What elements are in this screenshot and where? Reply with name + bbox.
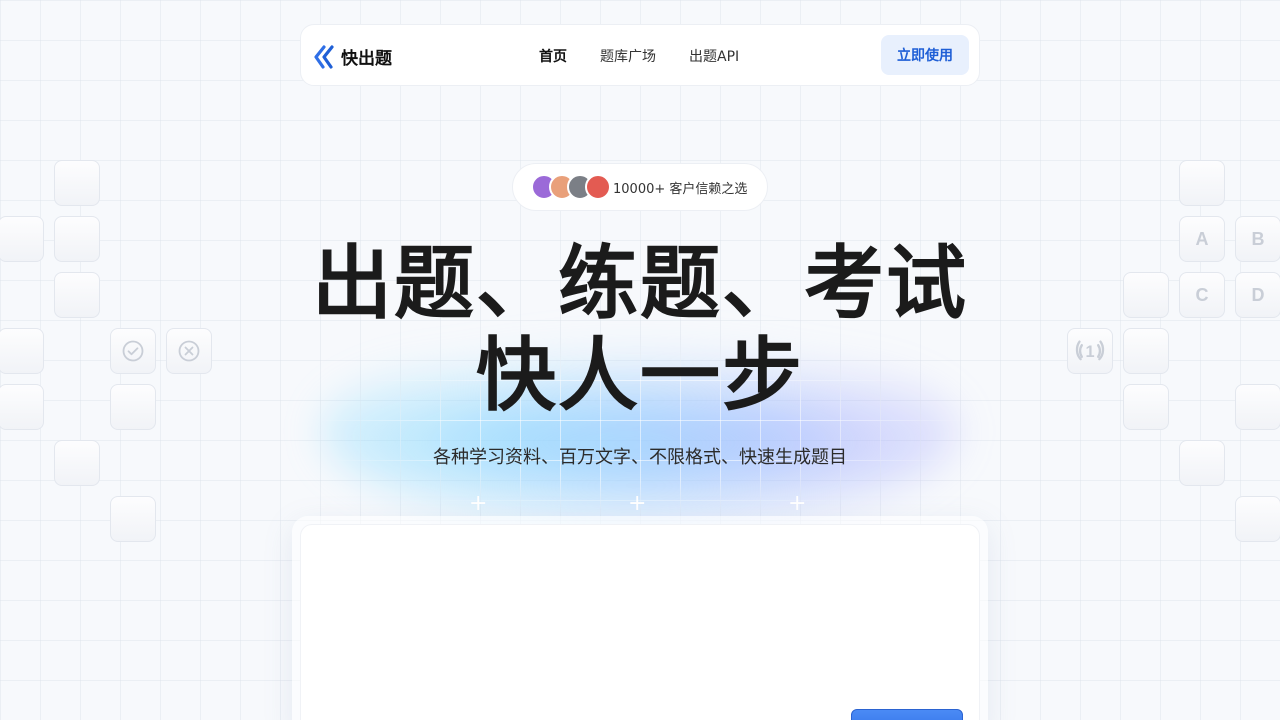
decor-tile: [1235, 496, 1280, 542]
hero-title-line-2: 快人一步: [476, 329, 804, 422]
brand-logo-icon: [314, 44, 334, 69]
use-now-button[interactable]: 立即使用: [881, 35, 969, 75]
nav-links: 首页 题库广场 出题API: [539, 46, 772, 66]
sparkle-icon: +: [469, 491, 488, 516]
hero-subtitle: 各种学习资料、百万文字、不限格式、快速生成题目: [433, 447, 847, 468]
avatar-group: [531, 174, 611, 200]
decor-tile: [54, 160, 100, 206]
brand-logo[interactable]: 快出题: [313, 44, 392, 69]
hero-title-line-1: 出题、练题、考试: [312, 237, 968, 330]
generate-button[interactable]: [851, 709, 963, 720]
trust-badge-text: 10000+ 客户信赖之选: [613, 181, 748, 197]
avatar: [585, 174, 611, 200]
nav-link-api[interactable]: 出题API: [689, 46, 739, 66]
nav-link-question-bank[interactable]: 题库广场: [600, 46, 656, 66]
nav-link-home[interactable]: 首页: [539, 46, 567, 66]
trust-badge: 10000+ 客户信赖之选: [512, 163, 768, 211]
input-panel[interactable]: [300, 524, 980, 720]
decor-tile: [110, 496, 156, 542]
brand-name: 快出题: [341, 49, 392, 69]
sparkle-icon: +: [788, 491, 807, 516]
sparkle-icon: +: [628, 491, 647, 516]
top-navbar: 快出题 首页 题库广场 出题API 立即使用: [300, 24, 980, 86]
decor-tile: [1179, 160, 1225, 206]
